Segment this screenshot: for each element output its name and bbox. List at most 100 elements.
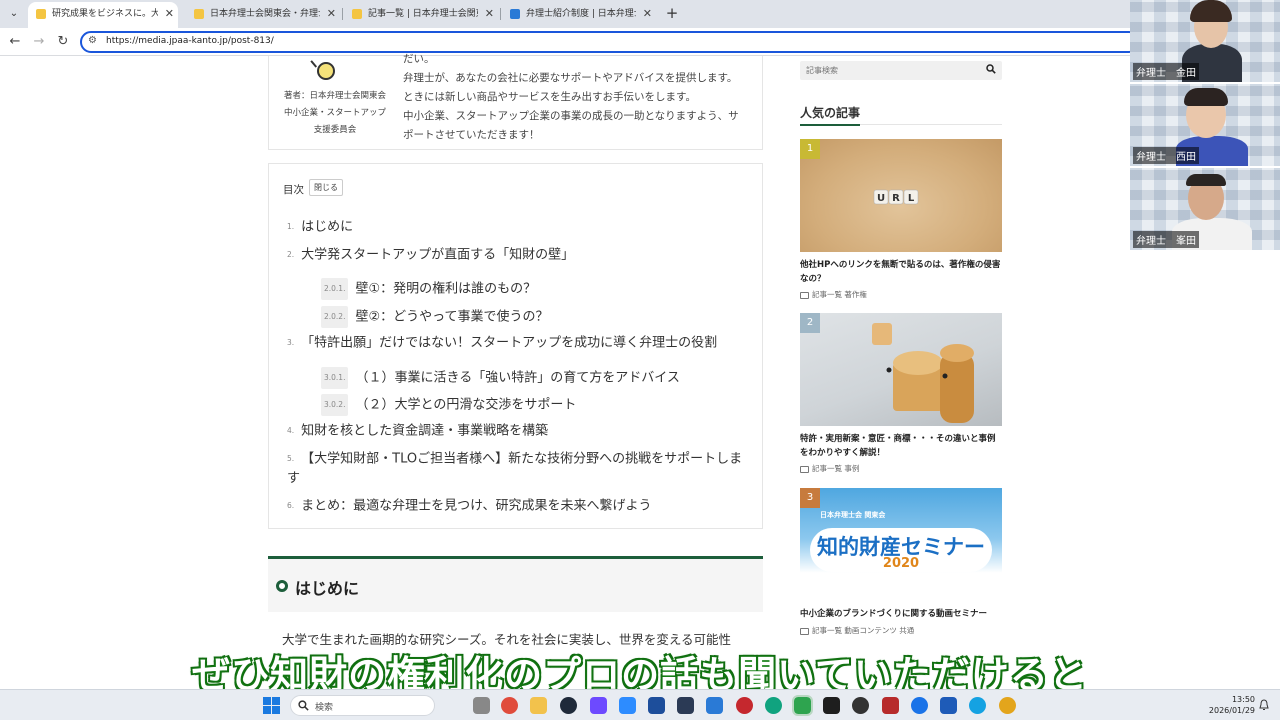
toc-item-text: （１）事業に活きる「強い特許」の育て方をアドバイス — [355, 370, 680, 386]
toc-item[interactable]: 2.0.2. 壁②：どうやって事業で使うの？ — [321, 306, 548, 328]
taskbar-search[interactable]: 検索 — [290, 695, 435, 716]
chrome-icon[interactable] — [501, 697, 518, 714]
participant-video: 弁理士 峯田 — [1130, 168, 1280, 250]
person-hair — [1184, 88, 1228, 106]
toc-item-text: 大学発スタートアップが直面する「知財の壁」 — [301, 247, 575, 263]
banner-org: 日本弁理士会 関東会 — [820, 511, 886, 519]
toc-item-number: 3. — [287, 338, 295, 347]
app-icon[interactable] — [677, 697, 694, 714]
folder-icon — [800, 291, 809, 299]
toc-item-number: 5. — [287, 454, 295, 463]
toc-item-continued[interactable]: す — [287, 469, 300, 489]
app-icon[interactable] — [911, 697, 928, 714]
tab-title: 記事一覧 | 日本弁理士会関東会 — [368, 9, 478, 19]
toc-item[interactable]: 2. 大学発スタートアップが直面する「知財の壁」 — [287, 245, 574, 266]
reload-icon[interactable]: ↻ — [54, 33, 72, 51]
tab-separator — [500, 8, 501, 20]
toc-item[interactable]: 2.0.1. 壁①：発明の権利は誰のもの？ — [321, 278, 536, 300]
tab-title: 弁理士紹介制度 | 日本弁理士会 — [526, 9, 636, 19]
author-desc-line: 弁理士が、あなたの会社に必要なサポートやアドバイスを提供します。 — [403, 72, 738, 84]
tab-search-chevron-icon[interactable]: ⌄ — [4, 4, 24, 24]
windows-start-icon[interactable] — [263, 697, 280, 714]
toc-item-text: はじめに — [301, 219, 354, 235]
media-player-icon[interactable] — [852, 697, 869, 714]
active-app-icon[interactable] — [792, 695, 813, 716]
app-icon[interactable] — [648, 697, 665, 714]
chrome-profile-icon[interactable] — [999, 697, 1016, 714]
article-meta: 記事一覧 事例 — [800, 463, 859, 474]
toc-item-number: 6. — [287, 501, 295, 510]
heading-circle-icon — [276, 580, 288, 592]
search-icon[interactable] — [986, 64, 996, 74]
app-icon[interactable] — [706, 697, 723, 714]
word-icon[interactable] — [940, 697, 957, 714]
toc-item-text: （２）大学との円滑な交渉をサポート — [355, 397, 577, 413]
article-category[interactable]: 記事一覧 事例 — [812, 464, 859, 473]
address-url[interactable]: https://media.jpaa-kanto.jp/post-813/ — [106, 36, 274, 46]
toc-item[interactable]: 5. 【大学知財部・TLOご担当者様へ】新たな技術分野への挑戦をサポートしま — [287, 449, 742, 470]
search-icon — [298, 700, 309, 711]
article-thumbnail[interactable]: 2 — [800, 313, 1002, 426]
file-explorer-icon[interactable] — [530, 697, 547, 714]
new-tab-button[interactable]: + — [662, 3, 682, 23]
article-thumbnail[interactable]: 日本弁理士会 関東会 知的財産セミナー 2020 3 — [800, 488, 1002, 601]
tab-separator — [342, 8, 343, 20]
zoom-icon[interactable] — [619, 697, 636, 714]
toc-title: 目次 — [283, 184, 304, 196]
toc-item[interactable]: 3.0.2. （２）大学との円滑な交渉をサポート — [321, 394, 576, 416]
toc-item-number: 4. — [287, 426, 295, 435]
app-icon[interactable] — [765, 697, 782, 714]
toc-item-number: 3.0.1. — [321, 367, 349, 389]
sidebar-search — [800, 61, 1002, 80]
app-icon[interactable] — [823, 697, 840, 714]
site-info-icon[interactable]: ⚙ — [88, 35, 97, 46]
toc-item[interactable]: 4. 知財を核とした資金調達・事業戦略を構築 — [287, 421, 548, 442]
close-icon[interactable]: ✕ — [165, 2, 174, 26]
close-icon[interactable]: ✕ — [643, 2, 652, 26]
app-icon[interactable] — [736, 697, 753, 714]
app-icon[interactable] — [969, 697, 986, 714]
toc-item-number: 2.0.2. — [321, 306, 349, 328]
app-icon[interactable] — [882, 697, 899, 714]
taskbar: 検索 13:50 2026/01/29 — [0, 689, 1280, 720]
author-desc-line: だい。 — [403, 53, 435, 65]
article-category[interactable]: 記事一覧 動画コンテンツ 共通 — [812, 626, 914, 635]
article-title[interactable]: 特許・実用新案・意匠・商標・・・その違いと事例をわかりやすく解説！ — [800, 432, 1002, 460]
forward-arrow-icon[interactable]: → — [30, 33, 48, 51]
browser-tab-2[interactable]: 日本弁理士会関東会・弁理士コラ ✕ — [186, 2, 340, 26]
app-icon[interactable] — [590, 697, 607, 714]
close-icon[interactable]: ✕ — [485, 2, 494, 26]
toc-item[interactable]: 1. はじめに — [287, 217, 353, 238]
task-view-icon[interactable] — [473, 697, 490, 714]
rank-badge: 1 — [800, 139, 820, 159]
url-blocks-image: U R L — [873, 189, 919, 205]
svg-text:R: R — [892, 193, 900, 204]
toc-item[interactable]: 3.0.1. （１）事業に活きる「強い特許」の育て方をアドバイス — [321, 367, 680, 389]
favicon-icon — [510, 9, 520, 19]
back-arrow-icon[interactable]: ← — [6, 33, 24, 51]
toc-item-text: まとめ：最適な弁理士を見つけ、研究成果を未来へ繋げよう — [301, 498, 652, 514]
article-meta: 記事一覧 動画コンテンツ 共通 — [800, 625, 914, 636]
article-title[interactable]: 中小企業のブランドづくりに関する動画セミナー — [800, 607, 1002, 621]
app-icon[interactable] — [560, 697, 577, 714]
article-category[interactable]: 記事一覧 著作権 — [812, 290, 867, 299]
close-icon[interactable]: ✕ — [327, 2, 336, 26]
toc-item-text: 「特許出願」だけではない！スタートアップを成功に導く弁理士の役割 — [301, 335, 718, 351]
section-heading: はじめに — [268, 556, 763, 612]
browser-tab-3[interactable]: 記事一覧 | 日本弁理士会関東会 ✕ — [344, 2, 498, 26]
participant-name: 弁理士 峯田 — [1133, 231, 1199, 248]
taskbar-clock[interactable]: 13:50 2026/01/29 — [1205, 694, 1255, 716]
browser-tab-1[interactable]: 研究成果をビジネスに。大学発スタ ✕ — [28, 2, 178, 28]
article-search-input[interactable] — [806, 63, 981, 78]
toc-item[interactable]: 6. まとめ：最適な弁理士を見つけ、研究成果を未来へ繋げよう — [287, 496, 652, 517]
article-thumbnail[interactable]: U R L 1 — [800, 139, 1002, 252]
favicon-icon — [36, 9, 46, 19]
toc-item-text: 壁②：どうやって事業で使うの？ — [355, 309, 549, 325]
author-box: 著者：日本弁理士会関東会 中小企業・スタートアップ支援委員会 だい。 弁理士が、… — [268, 53, 763, 150]
toc-item-number: 2. — [287, 250, 295, 259]
browser-tab-4[interactable]: 弁理士紹介制度 | 日本弁理士会 ✕ — [502, 2, 656, 26]
notification-bell-icon[interactable] — [1258, 699, 1270, 711]
toc-item[interactable]: 3. 「特許出願」だけではない！スタートアップを成功に導く弁理士の役割 — [287, 333, 717, 354]
article-title[interactable]: 他社HPへのリンクを無断で貼るのは、著作権の侵害なの？ — [800, 258, 1002, 286]
toc-close-button[interactable]: 閉じる — [309, 179, 343, 196]
